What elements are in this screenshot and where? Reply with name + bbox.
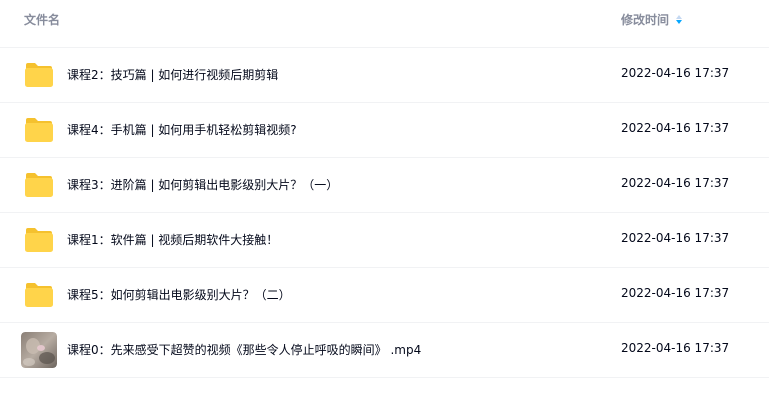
column-header-modified-time[interactable]: 修改时间 xyxy=(621,11,683,28)
list-item[interactable]: 课程1：软件篇 | 视频后期软件大接触！ 2022-04-16 17:37 xyxy=(0,213,769,268)
modified-time: 2022-04-16 17:37 xyxy=(621,66,730,80)
column-header-modified-time-label: 修改时间 xyxy=(621,13,670,27)
list-item[interactable]: 课程2：技巧篇 | 如何进行视频后期剪辑 2022-04-16 17:37 xyxy=(0,48,769,103)
sort-icon[interactable] xyxy=(675,13,683,27)
list-item[interactable]: 课程4：手机篇 | 如何用手机轻松剪辑视频? 2022-04-16 17:37 xyxy=(0,103,769,158)
folder-icon xyxy=(25,63,53,87)
file-list: 文件名 修改时间 课程2：技巧篇 | 如何进行视频后期剪辑 2022-04-16… xyxy=(0,0,769,404)
modified-time: 2022-04-16 17:37 xyxy=(621,231,730,245)
file-name[interactable]: 课程4：手机篇 | 如何用手机轻松剪辑视频? xyxy=(67,121,297,138)
file-name[interactable]: 课程3：进阶篇 | 如何剪辑出电影级别大片？（一） xyxy=(67,176,338,193)
list-header: 文件名 修改时间 xyxy=(0,0,769,48)
list-item[interactable]: 课程5：如何剪辑出电影级别大片？（二） 2022-04-16 17:37 xyxy=(0,268,769,323)
file-name[interactable]: 课程1：软件篇 | 视频后期软件大接触！ xyxy=(67,231,278,248)
folder-icon xyxy=(25,118,53,142)
folder-icon xyxy=(25,283,53,307)
column-header-filename[interactable]: 文件名 xyxy=(24,11,60,28)
folder-icon xyxy=(25,173,53,197)
list-item[interactable]: 课程3：进阶篇 | 如何剪辑出电影级别大片？（一） 2022-04-16 17:… xyxy=(0,158,769,213)
modified-time: 2022-04-16 17:37 xyxy=(621,176,730,190)
file-name[interactable]: 课程5：如何剪辑出电影级别大片？（二） xyxy=(67,286,291,303)
modified-time: 2022-04-16 17:37 xyxy=(621,286,730,300)
list-item[interactable]: 课程0：先来感受下超赞的视频《那些令人停止呼吸的瞬间》 .mp4 2022-04… xyxy=(0,323,769,378)
file-name[interactable]: 课程0：先来感受下超赞的视频《那些令人停止呼吸的瞬间》 .mp4 xyxy=(67,341,421,358)
folder-icon xyxy=(25,228,53,252)
modified-time: 2022-04-16 17:37 xyxy=(621,121,730,135)
video-thumbnail xyxy=(21,332,57,368)
file-name[interactable]: 课程2：技巧篇 | 如何进行视频后期剪辑 xyxy=(67,66,278,83)
modified-time: 2022-04-16 17:37 xyxy=(621,341,730,355)
